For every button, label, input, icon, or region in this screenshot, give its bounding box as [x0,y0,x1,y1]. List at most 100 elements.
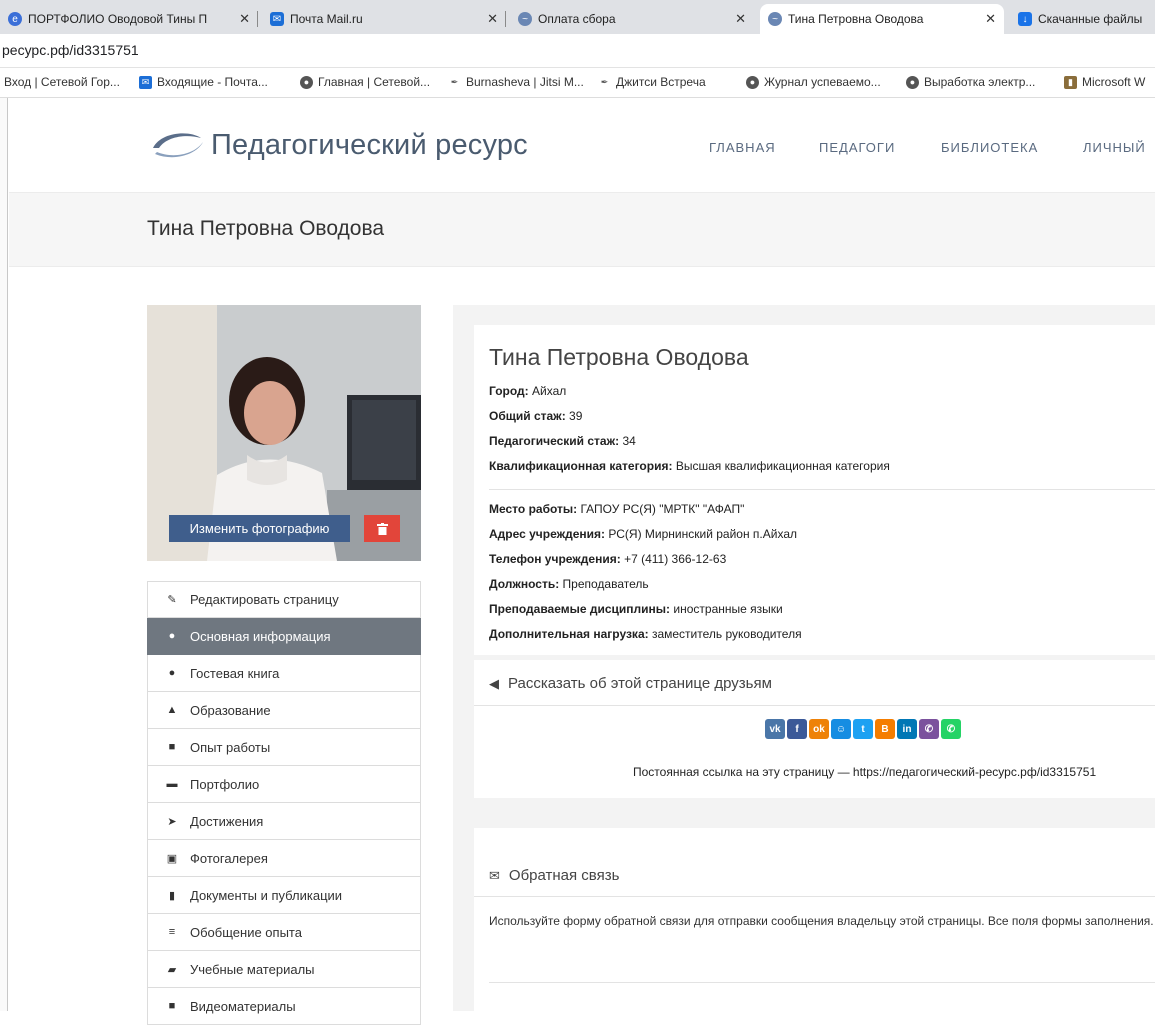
menu-item-experience[interactable]: ■ Опыт работы [147,729,421,766]
nav-personal[interactable]: ЛИЧНЫЙ [1083,140,1146,155]
close-icon[interactable]: ✕ [239,11,250,27]
info-address: Адрес учреждения: РС(Я) Мирнинский район… [489,527,798,541]
page-title-band: Тина Петровна Оводова [9,193,1155,267]
permalink-text: Постоянная ссылка на эту страницу — http… [633,765,1097,779]
close-icon[interactable]: ✕ [985,11,996,27]
feedback-title: ✉ Обратная связь [489,867,620,884]
download-icon: ↓ [1018,12,1032,26]
menu-item-portfolio[interactable]: ▬ Портфолио [147,766,421,803]
book-icon: ▰ [167,963,177,976]
page-title: Тина Петровна Оводова [147,217,385,240]
info-teaching-experience: Педагогический стаж: 34 [489,434,636,448]
site-header: Педагогический ресурс ГЛАВНАЯ ПЕДАГОГИ Б… [9,98,1155,193]
menu-item-education[interactable]: ▲ Образование [147,692,421,729]
divider [489,982,1155,983]
browser-tab-portfolio[interactable]: e ПОРТФОЛИО Оводовой Тины П ✕ [0,4,258,34]
globe-icon: ● [906,75,919,89]
browser-tab-payment[interactable]: ~ Оплата сбора ✕ [510,4,754,34]
moimir-icon[interactable]: ☺ [831,719,851,739]
whatsapp-icon[interactable]: ✆ [941,719,961,739]
bookmark[interactable]: ▮ Microsoft W [1064,75,1145,89]
trash-icon [376,522,388,535]
folder-open-icon: ▬ [166,778,178,790]
bookmark[interactable]: Вход | Сетевой Гор... [4,75,120,89]
video-camera-icon: ■ [168,1000,176,1012]
globe-icon: ● [746,75,759,89]
address-bar[interactable]: ресурс.рф/id3315751 [0,34,1155,68]
menu-item-main-info[interactable]: ● Основная информация [147,618,421,655]
bookmark[interactable]: ✉ Входящие - Почта... [139,75,268,89]
bookmarks-bar: Вход | Сетевой Гор... ✉ Входящие - Почта.… [0,68,1155,98]
menu-item-photogallery[interactable]: ▣ Фотогалерея [147,840,421,877]
nav-library[interactable]: БИБЛИОТЕКА [941,140,1038,155]
menu-item-documents[interactable]: ▮ Документы и публикации [147,877,421,914]
site-logo[interactable]: Педагогический ресурс [147,128,528,162]
menu-item-experience-summary[interactable]: ≡ Обобщение опыта [147,914,421,951]
menu-item-study-materials[interactable]: ▰ Учебные материалы [147,951,421,988]
bookmark[interactable]: ✒ Burnasheva | Jitsi M... [448,75,584,89]
delete-photo-button[interactable] [364,515,400,542]
bookmark[interactable]: ✒ Джитси Встреча [598,75,706,89]
menu-item-edit-page[interactable]: ✎ Редактировать страницу [147,581,421,618]
menu-item-achievements[interactable]: ➤ Достижения [147,803,421,840]
feather-icon: ✒ [600,76,609,87]
share-title: ◀ Рассказать об этой странице друзьям [489,675,772,692]
odnoklassniki-icon[interactable]: ok [809,719,829,739]
book-icon: ▮ [1064,75,1077,89]
url-text[interactable]: ресурс.рф/id3315751 [2,42,139,58]
browser-tab-bar: e ПОРТФОЛИО Оводовой Тины П ✕ ✉ Почта Ma… [0,0,1155,34]
info-phone: Телефон учреждения: +7 (411) 366-12-63 [489,552,727,566]
nav-main[interactable]: ГЛАВНАЯ [709,140,776,155]
viber-icon[interactable]: ✆ [919,719,939,739]
divider [474,705,1155,706]
info-workplace: Место работы: ГАПОУ РС(Я) "МРТК" "АФАП" [489,502,745,516]
bookmark[interactable]: ● Главная | Сетевой... [300,75,430,89]
mail-icon: ✉ [270,12,284,26]
menu-item-videos[interactable]: ■ Видеоматериалы [147,988,421,1025]
logo-swoosh-icon [153,133,203,158]
browser-tab-profile[interactable]: ~ Тина Петровна Оводова ✕ [760,4,1004,34]
user-icon: ● [168,630,176,642]
social-share-buttons: vk f ok ☺ t B in ✆ ✆ [765,719,963,739]
graduation-cap-icon: ▲ [166,704,178,716]
bullhorn-icon: ◀ [489,675,499,691]
close-icon[interactable]: ✕ [735,11,746,27]
envelope-icon: ✉ [489,867,500,883]
feather-icon: ✒ [450,76,459,87]
vk-icon[interactable]: vk [765,719,785,739]
twitter-icon[interactable]: t [853,719,873,739]
feedback-description: Используйте форму обратной связи для отп… [489,914,1154,928]
divider [489,489,1155,490]
info-total-experience: Общий стаж: 39 [489,409,583,423]
background-window-edge [0,98,8,1011]
divider [474,896,1155,897]
briefcase-icon: ■ [168,741,176,753]
nav-teachers[interactable]: ПЕДАГОГИ [819,140,895,155]
profile-menu: ✎ Редактировать страницу ● Основная информ… [147,581,421,1025]
pencil-icon: ✎ [167,594,177,606]
info-city: Город: Айхал [489,384,567,398]
site-logo-icon: ~ [768,12,782,26]
rocket-icon: ➤ [167,815,177,828]
globe-icon: e [8,12,22,26]
linkedin-icon[interactable]: in [897,719,917,739]
comments-icon: ● [168,667,176,679]
info-position: Должность: Преподаватель [489,577,649,591]
mail-icon: ✉ [139,75,152,89]
info-disciplines: Преподаваемые дисциплины: иностранные яз… [489,602,783,616]
bookmark[interactable]: ● Журнал успеваемо... [746,75,881,89]
browser-tab-mail[interactable]: ✉ Почта Mail.ru ✕ [262,4,506,34]
change-photo-button[interactable]: Изменить фотографию [169,515,350,542]
site-logo-icon: ~ [518,12,532,26]
browser-tab-downloads[interactable]: ↓ Скачанные файлы [1010,4,1155,34]
bookmark[interactable]: ● Выработка электр... [906,75,1035,89]
globe-icon: ● [300,75,313,89]
facebook-icon[interactable]: f [787,719,807,739]
close-icon[interactable]: ✕ [487,11,498,27]
profile-name: Тина Петровна Оводова [489,344,749,370]
picture-icon: ▣ [166,852,178,865]
blogger-icon[interactable]: B [875,719,895,739]
info-qualification: Квалификационная категория: Высшая квали… [489,459,890,473]
info-extra-load: Дополнительная нагрузка: заместитель рук… [489,627,802,641]
menu-item-guestbook[interactable]: ● Гостевая книга [147,655,421,692]
